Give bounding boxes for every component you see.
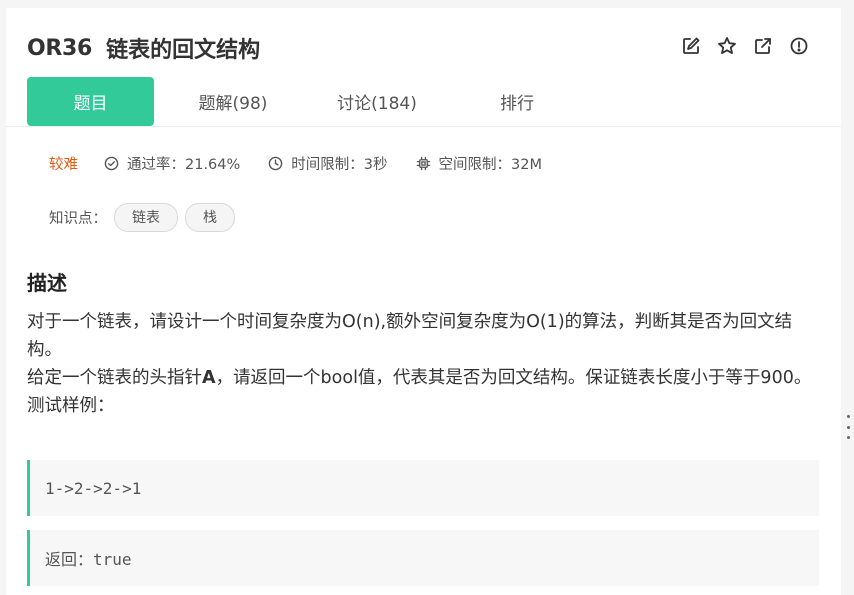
- time-limit-text: 时间限制：3秒: [291, 156, 388, 173]
- problem-id: OR36: [27, 35, 93, 61]
- problem-meta: 较难 通过率：21.64% 时间限制：3秒 空间限制：32M: [49, 152, 570, 174]
- clock-icon: [269, 156, 283, 170]
- star-icon[interactable]: [716, 35, 738, 57]
- chip-icon: [416, 156, 430, 170]
- problem-title: OR36 链表的回文结构: [27, 32, 260, 64]
- share-icon[interactable]: [752, 35, 774, 57]
- time-limit: 时间限制：3秒: [268, 153, 388, 174]
- more-menu-icon[interactable]: [844, 415, 852, 439]
- tab-ranking[interactable]: 排行: [442, 77, 592, 126]
- tab-divider: [6, 126, 841, 127]
- toolbar: [680, 35, 810, 57]
- check-circle-icon: [104, 156, 119, 170]
- pass-rate: 通过率：21.64%: [104, 153, 240, 174]
- description-heading: 描述: [27, 271, 67, 295]
- description-line-2: 给定一个链表的头指针A，请返回一个bool值，代表其是否为回文结构。保证链表长度…: [27, 368, 812, 388]
- space-limit: 空间限制：32M: [416, 153, 542, 174]
- description-body: 对于一个链表，请设计一个时间复杂度为O(n),额外空间复杂度为O(1)的算法，判…: [27, 308, 817, 420]
- tag-stack[interactable]: 栈: [185, 202, 235, 232]
- difficulty-badge: 较难: [49, 156, 78, 173]
- knowledge-tags: 知识点： 链表 栈: [49, 202, 235, 232]
- tab-solutions[interactable]: 题解(98): [154, 77, 312, 126]
- tab-problem[interactable]: 题目: [27, 77, 154, 126]
- sample-input: 1->2->2->1: [27, 460, 819, 516]
- tag-linked-list[interactable]: 链表: [114, 202, 178, 232]
- pass-rate-text: 通过率：21.64%: [127, 156, 241, 173]
- space-limit-text: 空间限制：32M: [438, 156, 542, 173]
- knowledge-label: 知识点：: [49, 210, 107, 227]
- problem-title-text: 链表的回文结构: [106, 38, 261, 63]
- sample-output: 返回：true: [27, 530, 819, 586]
- tab-discussion[interactable]: 讨论(184): [312, 77, 442, 126]
- tab-bar: 题目 题解(98) 讨论(184) 排行: [27, 77, 592, 126]
- description-line-3: 测试样例：: [27, 396, 115, 416]
- report-icon[interactable]: [788, 35, 810, 57]
- description-line-1: 对于一个链表，请设计一个时间复杂度为O(n),额外空间复杂度为O(1)的算法，判…: [27, 312, 793, 360]
- edit-icon[interactable]: [680, 35, 702, 57]
